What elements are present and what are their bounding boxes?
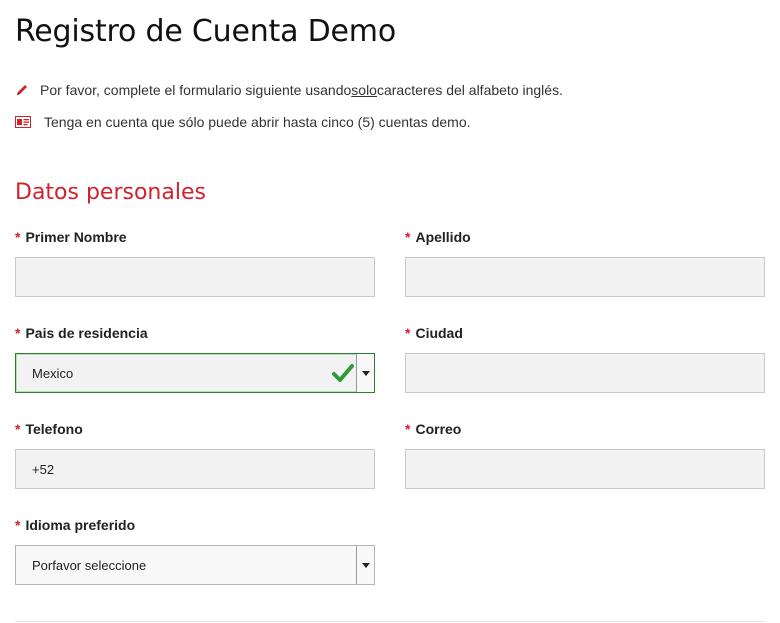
required-marker: * (405, 325, 411, 341)
email-label: * Correo (405, 421, 461, 437)
first-name-label-text: Primer Nombre (25, 229, 127, 245)
pencil-icon (15, 83, 29, 97)
page-title: Registro de Cuenta Demo (15, 14, 396, 49)
note-text-before: Por favor, complete el formulario siguie… (40, 82, 352, 98)
phone-label-text: Telefono (25, 421, 83, 437)
country-label-text: Pais de residencia (25, 325, 148, 341)
city-label: * Ciudad (405, 325, 463, 341)
note-limit-text: Tenga en cuenta que sólo puede abrir has… (44, 114, 471, 130)
check-icon (332, 364, 354, 382)
first-name-label: * Primer Nombre (15, 229, 127, 245)
required-marker: * (15, 517, 21, 533)
chevron-down-icon[interactable] (356, 546, 374, 584)
required-marker: * (15, 229, 21, 245)
phone-label: * Telefono (15, 421, 83, 437)
note-account-limit: Tenga en cuenta que sólo puede abrir has… (15, 114, 471, 130)
language-label-text: Idioma preferido (25, 517, 136, 533)
country-select[interactable]: Mexico (15, 353, 375, 393)
country-value: Mexico (32, 366, 74, 381)
language-value: Porfavor seleccione (32, 558, 147, 573)
id-card-icon (15, 115, 31, 129)
last-name-label-text: Apellido (415, 229, 471, 245)
note-text-emphasis: solo (351, 82, 377, 98)
phone-input[interactable]: +52 (15, 449, 375, 489)
chevron-down-icon[interactable] (356, 354, 374, 392)
required-marker: * (405, 229, 411, 245)
section-title-personal-data: Datos personales (15, 180, 206, 205)
first-name-input[interactable] (15, 257, 375, 297)
last-name-label: * Apellido (405, 229, 471, 245)
last-name-input[interactable] (405, 257, 765, 297)
required-marker: * (15, 421, 21, 437)
language-label: * Idioma preferido (15, 517, 135, 533)
phone-value: +52 (32, 462, 55, 477)
city-input[interactable] (405, 353, 765, 393)
required-marker: * (405, 421, 411, 437)
city-label-text: Ciudad (415, 325, 463, 341)
required-marker: * (15, 325, 21, 341)
email-label-text: Correo (415, 421, 462, 437)
note-text-after: caracteres del alfabeto inglés. (376, 82, 563, 98)
note-english-characters: Por favor, complete el formulario siguie… (15, 82, 563, 98)
form-divider (15, 621, 765, 622)
country-label: * Pais de residencia (15, 325, 148, 341)
email-input[interactable] (405, 449, 765, 489)
language-select[interactable]: Porfavor seleccione (15, 545, 375, 585)
